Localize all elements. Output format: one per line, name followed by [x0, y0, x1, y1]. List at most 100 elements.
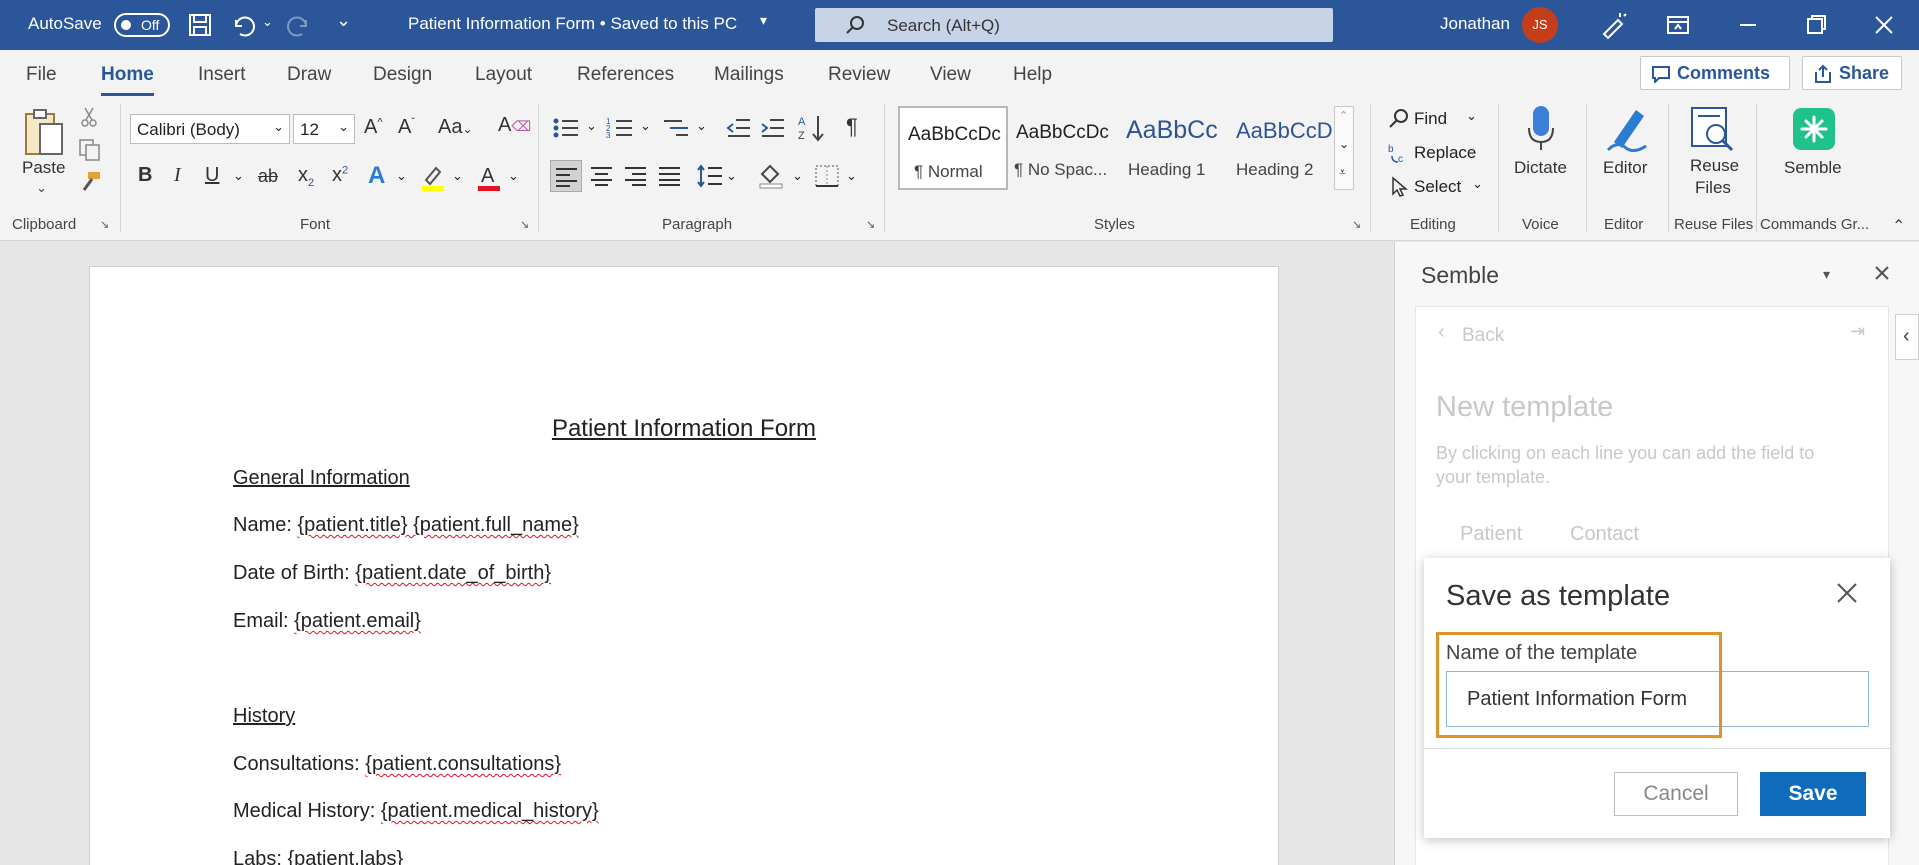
decrease-indent-icon[interactable] — [726, 116, 752, 140]
highlight-color-icon[interactable] — [420, 164, 446, 192]
style-normal[interactable]: AaBbCcDc ¶ Normal — [898, 106, 1008, 190]
borders-dropdown-icon[interactable]: ⌄ — [846, 168, 857, 184]
bold-icon[interactable]: B — [138, 164, 152, 187]
font-size-combo[interactable]: 12 ⌄ — [293, 114, 355, 144]
grow-font-icon[interactable]: A^ — [364, 116, 383, 139]
back-link[interactable]: Back — [1462, 325, 1504, 347]
subscript-icon[interactable]: x2 — [298, 164, 314, 189]
editor-pen-icon[interactable] — [1604, 102, 1650, 156]
undo-dropdown-icon[interactable]: ⌄ — [262, 14, 273, 30]
pane-collapse-button[interactable]: ‹ — [1895, 314, 1919, 360]
semble-btn-label[interactable]: Semble — [1784, 158, 1842, 178]
increase-indent-icon[interactable] — [760, 116, 786, 140]
font-name-combo[interactable]: Calibri (Body) ⌄ — [130, 114, 290, 144]
numbering-icon[interactable]: 123 — [606, 116, 634, 140]
change-case-icon[interactable]: Aa⌄ — [438, 116, 473, 139]
pane-options-icon[interactable]: ▾ — [1823, 266, 1830, 283]
styles-launcher-icon[interactable]: ↘ — [1352, 218, 1361, 231]
tab-help[interactable]: Help — [1013, 64, 1052, 86]
microphone-icon[interactable] — [1526, 104, 1556, 154]
align-center-icon[interactable] — [590, 166, 614, 186]
avatar[interactable]: JS — [1522, 7, 1558, 43]
tab-mailings[interactable]: Mailings — [714, 64, 784, 86]
font-color-dropdown-icon[interactable]: ⌄ — [508, 168, 519, 184]
semble-logo-icon[interactable] — [1793, 108, 1835, 150]
replace-button[interactable]: bc Replace — [1388, 140, 1498, 168]
text-effects-dropdown-icon[interactable]: ⌄ — [396, 168, 407, 184]
document-title[interactable]: Patient Information Form • Saved to this… — [408, 14, 737, 34]
designer-pen-icon[interactable] — [1598, 10, 1628, 40]
bullets-dropdown-icon[interactable]: ⌄ — [586, 118, 597, 134]
shading-dropdown-icon[interactable]: ⌄ — [792, 168, 803, 184]
underline-icon[interactable]: U — [205, 164, 219, 187]
format-painter-icon[interactable] — [78, 170, 102, 194]
clear-formatting-icon[interactable]: A⌫ — [498, 114, 531, 137]
reuse-label-2[interactable]: Files — [1695, 178, 1731, 198]
back-chevron-icon[interactable]: ‹ — [1438, 321, 1445, 344]
styles-scroll-down-icon[interactable]: ⌄ — [1339, 137, 1349, 151]
cut-icon[interactable] — [78, 106, 100, 128]
line-spacing-icon[interactable] — [696, 164, 724, 188]
multilevel-list-icon[interactable] — [662, 116, 690, 140]
tab-insert[interactable]: Insert — [198, 64, 246, 86]
style-heading-1[interactable]: AaBbCc Heading 1 — [1118, 106, 1228, 190]
justify-icon[interactable] — [658, 166, 682, 186]
font-launcher-icon[interactable]: ↘ — [520, 218, 529, 231]
pane-tab-contact[interactable]: Contact — [1570, 523, 1639, 546]
save-button[interactable]: Save — [1760, 772, 1866, 816]
show-formatting-icon[interactable]: ¶ — [846, 114, 858, 140]
text-effects-icon[interactable]: A — [368, 162, 385, 190]
styles-more-icon[interactable]: ⩡ — [1339, 165, 1346, 180]
paste-label[interactable]: Paste — [22, 158, 65, 178]
line-spacing-dropdown-icon[interactable]: ⌄ — [726, 168, 737, 184]
save-icon[interactable] — [188, 13, 212, 37]
styles-scroll-up-icon[interactable]: ⌃ — [1339, 109, 1348, 122]
pane-tab-patient[interactable]: Patient — [1460, 523, 1522, 546]
align-right-icon[interactable] — [624, 166, 648, 186]
dialog-close-icon[interactable] — [1836, 582, 1858, 604]
ribbon-display-icon[interactable] — [1660, 8, 1696, 42]
italic-icon[interactable]: I — [174, 164, 181, 187]
highlight-dropdown-icon[interactable]: ⌄ — [452, 168, 463, 184]
tab-review[interactable]: Review — [828, 64, 890, 86]
editor-btn-label[interactable]: Editor — [1603, 158, 1647, 178]
collapse-ribbon-icon[interactable]: ⌃ — [1892, 216, 1905, 236]
paste-icon[interactable] — [22, 106, 66, 158]
sign-out-icon[interactable]: ⇥ — [1850, 321, 1865, 342]
clipboard-launcher-icon[interactable]: ↘ — [100, 218, 109, 231]
reuse-files-icon[interactable] — [1690, 106, 1736, 152]
search-box[interactable]: Search (Alt+Q) — [815, 8, 1333, 42]
tab-design[interactable]: Design — [373, 64, 432, 86]
customize-qat-icon[interactable]: ⌄ — [336, 10, 351, 31]
style-heading-2[interactable]: AaBbCcD Heading 2 — [1228, 106, 1338, 190]
superscript-icon[interactable]: x2 — [332, 164, 348, 187]
pane-close-icon[interactable] — [1873, 264, 1891, 282]
underline-dropdown-icon[interactable]: ⌄ — [233, 168, 244, 184]
paste-dropdown-icon[interactable]: ⌄ — [36, 180, 47, 196]
share-button[interactable]: Share — [1802, 56, 1902, 90]
cancel-button[interactable]: Cancel — [1614, 772, 1738, 816]
borders-icon[interactable] — [814, 164, 840, 188]
close-window-icon[interactable] — [1866, 8, 1902, 42]
tab-file[interactable]: File — [26, 64, 57, 86]
font-color-icon[interactable]: A — [476, 164, 502, 192]
tab-view[interactable]: View — [930, 64, 971, 86]
style-no-spacing[interactable]: AaBbCcDc ¶ No Spac... — [1008, 106, 1118, 190]
copy-icon[interactable] — [78, 138, 102, 162]
select-button[interactable]: Select ⌄ — [1388, 174, 1488, 202]
strikethrough-icon[interactable]: ab — [258, 166, 278, 187]
paragraph-launcher-icon[interactable]: ↘ — [866, 218, 875, 231]
title-dropdown-icon[interactable]: ▾ — [760, 12, 767, 29]
bullets-icon[interactable] — [552, 116, 580, 140]
minimize-icon[interactable] — [1730, 8, 1766, 42]
shrink-font-icon[interactable]: Aˇ — [398, 116, 415, 139]
document-page[interactable]: Patient Information Form General Informa… — [89, 266, 1279, 865]
undo-icon[interactable] — [230, 12, 256, 38]
sort-icon[interactable]: AZ — [798, 114, 826, 142]
numbering-dropdown-icon[interactable]: ⌄ — [640, 118, 651, 134]
multilevel-dropdown-icon[interactable]: ⌄ — [696, 118, 707, 134]
user-name[interactable]: Jonathan — [1440, 14, 1510, 34]
align-left-button[interactable] — [550, 160, 582, 192]
reuse-label-1[interactable]: Reuse — [1690, 156, 1739, 176]
tab-references[interactable]: References — [577, 64, 674, 86]
